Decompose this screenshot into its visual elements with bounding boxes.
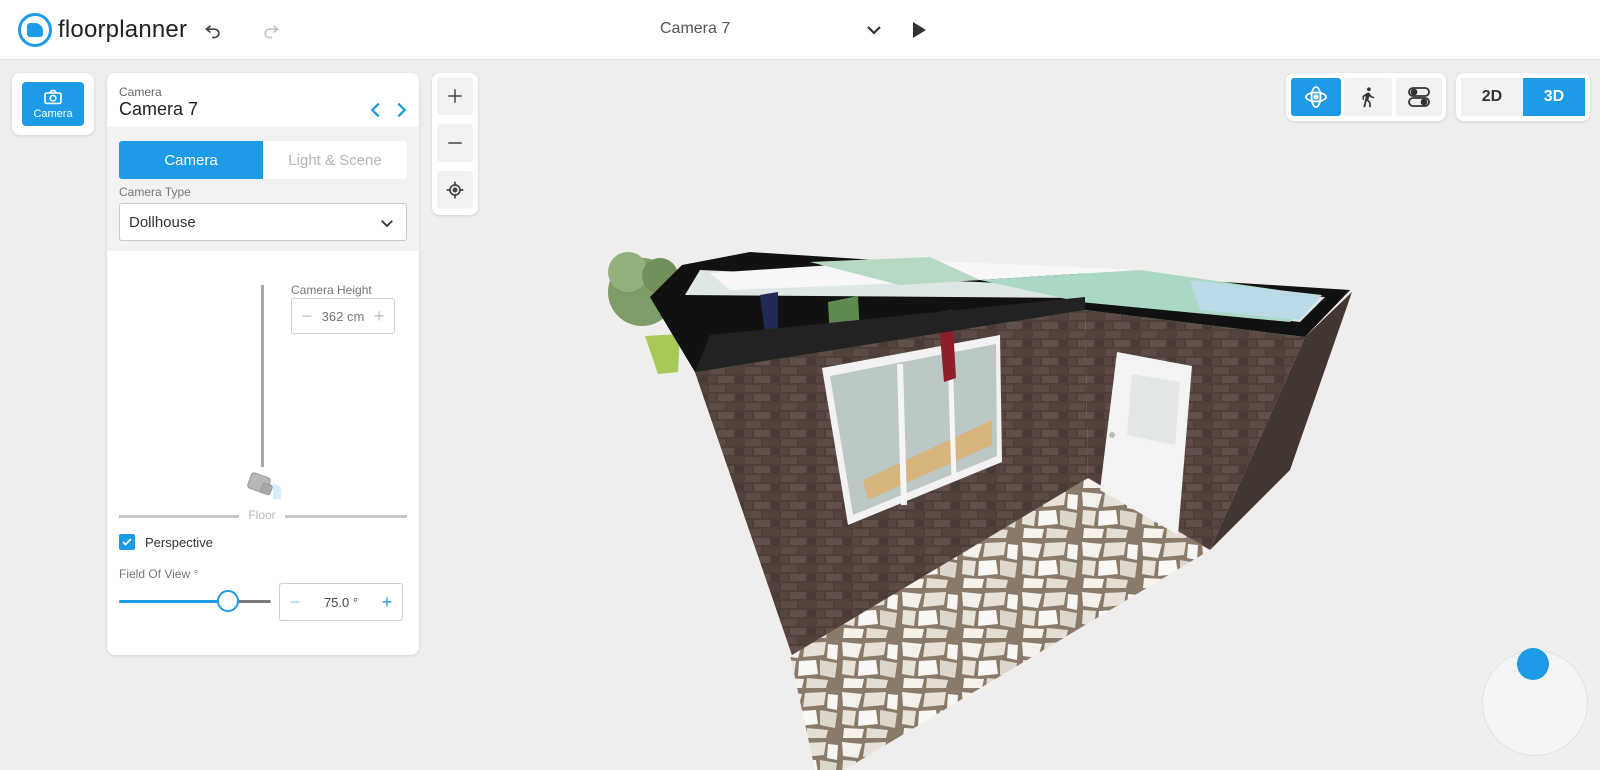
camera-height-value[interactable]: 362 cm: [322, 309, 365, 324]
walk-icon: [1362, 87, 1375, 108]
orbit-icon: [1305, 86, 1327, 108]
tab-camera[interactable]: Camera: [119, 141, 263, 179]
panel-tabs: Camera Light & Scene: [119, 141, 407, 179]
view-2d-button[interactable]: 2D: [1461, 78, 1523, 116]
fov-slider-thumb[interactable]: [217, 590, 240, 612]
camera-tool-button[interactable]: Camera: [22, 82, 84, 126]
settings-toggle-button[interactable]: [1396, 78, 1442, 116]
camera-height-stepper: − 362 cm +: [291, 298, 395, 334]
height-increase-button[interactable]: +: [372, 306, 386, 327]
view-mode-toggle: 2D 3D: [1456, 73, 1590, 121]
camera-type-label: Camera Type: [119, 185, 191, 199]
camera-icon: [44, 89, 62, 104]
perspective-label[interactable]: Perspective: [145, 535, 213, 550]
fov-value[interactable]: 75.0 °: [324, 595, 358, 610]
panel-header: Camera Camera 7: [107, 73, 419, 127]
joystick-handle[interactable]: [1517, 648, 1549, 680]
fov-stepper: − 75.0 ° +: [279, 583, 403, 621]
navigation-mode-controls: [1286, 73, 1446, 121]
camera-type-value: Dollhouse: [129, 214, 196, 231]
camera-type-select[interactable]: Dollhouse: [119, 203, 407, 241]
fov-decrease-button[interactable]: −: [288, 592, 302, 613]
plus-icon: [448, 89, 462, 103]
camera-joystick[interactable]: [1482, 648, 1588, 756]
orbit-mode-button[interactable]: [1291, 78, 1341, 116]
logo-icon: [18, 13, 52, 47]
zoom-in-button[interactable]: [437, 77, 473, 115]
zoom-out-button[interactable]: [437, 124, 473, 162]
floor-label: Floor: [248, 508, 276, 522]
play-icon[interactable]: [906, 18, 930, 42]
logo-text: floorplanner: [58, 16, 188, 43]
view-3d-button[interactable]: 3D: [1523, 78, 1585, 116]
minus-icon: [448, 142, 462, 144]
camera-selector-title[interactable]: Camera 7: [660, 20, 860, 38]
tool-column: Camera: [12, 73, 94, 135]
panel-title: Camera 7: [119, 99, 199, 119]
floor-line-right: [285, 515, 407, 518]
chevron-down-icon[interactable]: [862, 18, 886, 42]
previous-camera-icon[interactable]: [365, 99, 387, 121]
fov-increase-button[interactable]: +: [380, 592, 394, 613]
undo-icon[interactable]: [200, 17, 226, 43]
camera-height-area: Camera Height − 362 cm + Floor: [107, 251, 419, 522]
zoom-controls: [432, 73, 478, 215]
next-camera-icon[interactable]: [390, 99, 412, 121]
perspective-checkbox[interactable]: [119, 534, 135, 550]
toggles-icon: [1408, 87, 1430, 107]
3d-viewport[interactable]: [600, 240, 1600, 770]
fov-slider-fill: [119, 600, 229, 603]
floor-line-left: [119, 515, 239, 518]
height-decrease-button[interactable]: −: [300, 306, 314, 327]
camera-height-pole[interactable]: [261, 285, 264, 467]
camera-panel: Camera Camera 7 Camera Light & Scene Cam…: [107, 73, 419, 655]
camera-height-label: Camera Height: [291, 283, 372, 297]
panel-kicker: Camera: [119, 85, 162, 99]
camera-body-icon[interactable]: [245, 469, 281, 499]
fov-slider[interactable]: [119, 590, 271, 612]
crosshair-icon: [446, 181, 464, 199]
redo-icon[interactable]: [258, 17, 284, 43]
camera-tool-label: Camera: [33, 107, 73, 120]
center-view-button[interactable]: [437, 171, 473, 209]
top-bar: floorplanner Camera 7: [0, 0, 1600, 60]
walk-mode-button[interactable]: [1344, 78, 1392, 116]
fov-label: Field Of View °: [119, 567, 199, 581]
tab-light-scene[interactable]: Light & Scene: [263, 141, 407, 179]
chevron-down-icon: [381, 220, 393, 228]
floorplanner-logo[interactable]: floorplanner: [18, 13, 187, 47]
panel-settings-section: Camera Light & Scene Camera Type Dollhou…: [107, 127, 419, 251]
